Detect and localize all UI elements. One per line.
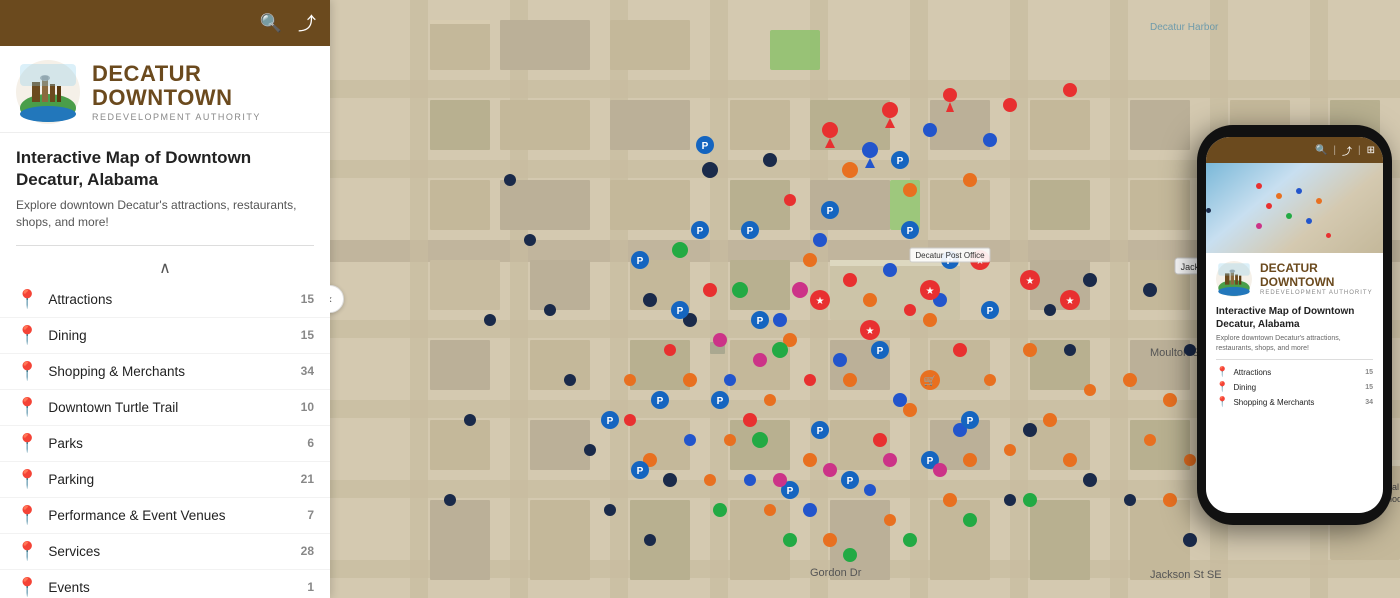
svg-text:Decatur Harbor: Decatur Harbor [1150, 22, 1219, 33]
category-pin-icon: 📍 [16, 361, 38, 382]
category-count: 28 [301, 544, 314, 558]
svg-text:Gordon Dr: Gordon Dr [810, 567, 862, 579]
category-item[interactable]: 📍 Parking 21 [0, 462, 330, 498]
category-item[interactable]: 📍 Attractions 15 [0, 282, 330, 318]
svg-text:Moulton St E: Moulton St E [1150, 347, 1213, 359]
category-item[interactable]: 📍 Services 28 [0, 534, 330, 570]
logo-subtitle: Redevelopment Authority [92, 112, 261, 122]
category-count: 1 [307, 580, 314, 594]
svg-text:Methodist Church: Methodist Church [1372, 494, 1400, 504]
category-label: Dining [48, 328, 300, 343]
category-count: 15 [301, 292, 314, 306]
logo-area: Decatur Downtown Redevelopment Authority [0, 46, 330, 133]
category-label: Shopping & Merchants [48, 364, 300, 379]
category-item[interactable]: 📍 Parks 6 [0, 426, 330, 462]
category-pin-icon: 📍 [16, 397, 38, 418]
logo-image [16, 60, 80, 124]
svg-text:Jackson St SE: Jackson St SE [1150, 569, 1222, 581]
category-pin-icon: 📍 [16, 289, 38, 310]
sidebar-title-section: Interactive Map of Downtown Decatur, Ala… [0, 133, 330, 237]
category-pin-icon: 📍 [16, 505, 38, 526]
category-count: 21 [301, 472, 314, 486]
category-label: Events [48, 580, 307, 595]
category-count: 7 [307, 508, 314, 522]
svg-text:Central United: Central United [1370, 482, 1400, 492]
logo-title-line1: Decatur [92, 62, 261, 86]
category-pin-icon: 📍 [16, 469, 38, 490]
sidebar-description: Explore downtown Decatur's attractions, … [16, 197, 314, 231]
collapse-icon: ∧ [159, 258, 171, 278]
category-item[interactable]: 📍 Dining 15 [0, 318, 330, 354]
category-label: Parking [48, 472, 300, 487]
category-count: 34 [301, 364, 314, 378]
category-label: Attractions [48, 292, 300, 307]
sidebar-header: 🔍 ⤴ [0, 0, 330, 46]
category-item[interactable]: 📍 Downtown Turtle Trail 10 [0, 390, 330, 426]
category-pin-icon: 📍 [16, 325, 38, 346]
sidebar: 🔍 ⤴ Decatu [0, 0, 330, 598]
category-label: Downtown Turtle Trail [48, 400, 300, 415]
category-item[interactable]: 📍 Performance & Event Venues 7 [0, 498, 330, 534]
category-count: 6 [307, 436, 314, 450]
category-label: Performance & Event Venues [48, 508, 307, 523]
map-area[interactable]: ‹ [330, 0, 1400, 598]
category-pin-icon: 📍 [16, 577, 38, 598]
collapse-toggle[interactable]: ∧ [0, 254, 330, 282]
chevron-left-icon: ‹ [330, 292, 332, 306]
logo-title-line2: Downtown [92, 86, 261, 110]
category-count: 10 [301, 400, 314, 414]
category-label: Parks [48, 436, 307, 451]
category-count: 15 [301, 328, 314, 342]
sidebar-divider [16, 245, 314, 246]
category-item[interactable]: 📍 Shopping & Merchants 34 [0, 354, 330, 390]
main-container: 🔍 ⤴ Decatu [0, 0, 1400, 598]
category-list: 📍 Attractions 15 📍 Dining 15 📍 Shopping … [0, 282, 330, 598]
map-background: Gordon Dr Jackson St SE Moulton St E Cen… [330, 0, 1400, 598]
sidebar-main-title: Interactive Map of Downtown Decatur, Ala… [16, 147, 314, 191]
share-icon[interactable]: ⤴ [298, 10, 316, 36]
category-pin-icon: 📍 [16, 541, 38, 562]
search-icon[interactable]: 🔍 [260, 13, 282, 34]
category-pin-icon: 📍 [16, 433, 38, 454]
logo-text: Decatur Downtown Redevelopment Authority [92, 62, 261, 122]
category-label: Services [48, 544, 300, 559]
category-item[interactable]: 📍 Events 1 [0, 570, 330, 598]
